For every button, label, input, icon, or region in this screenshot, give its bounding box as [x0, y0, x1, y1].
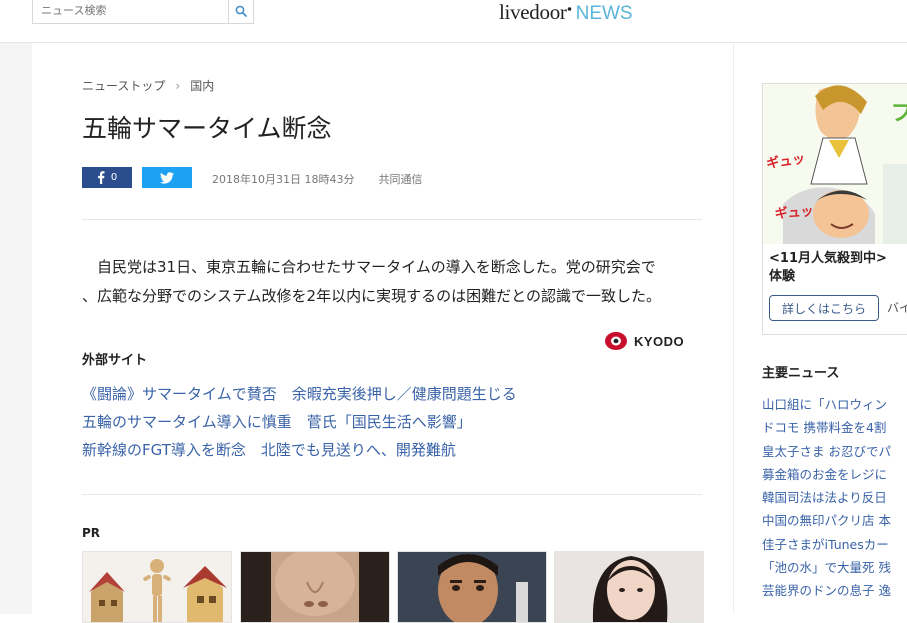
divider — [82, 219, 702, 220]
top-news-item[interactable]: 佳子さまがiTunesカー — [762, 533, 907, 556]
wooden-figure-houses-image — [83, 552, 231, 622]
left-gutter — [0, 43, 32, 614]
breadcrumb: ニューストップ › 国内 — [82, 77, 214, 94]
facebook-share-button[interactable]: 0 — [82, 167, 132, 188]
sidebar-ad[interactable]: ギュッ ギュッ プ <11月人気殺到中> 体験 詳しくはこちら バイ — [762, 83, 907, 335]
kyodo-logo: KYODO — [604, 331, 684, 351]
logo-dot-icon — [567, 7, 571, 11]
news-search-box — [32, 0, 254, 24]
article-body: 自民党は31日、東京五輪に合わせたサマータイムの導入を断念した。党の研究会で 、… — [82, 253, 702, 311]
search-button[interactable] — [228, 0, 253, 23]
ad-title: <11月人気殺到中> 体験 — [769, 250, 907, 286]
ad-title-line-2: 体験 — [769, 269, 796, 284]
top-news-item[interactable]: 山口組に「ハロウィン — [762, 393, 907, 416]
logo-livedoor-text: livedoor — [499, 0, 567, 24]
body-line-1: 自民党は31日、東京五輪に合わせたサマータイムの導入を断念した。党の研究会で — [82, 258, 656, 276]
woman-photo-image — [555, 552, 703, 622]
twitter-icon — [160, 171, 174, 184]
top-news-item[interactable]: 芸能界のドンの息子 逸 — [762, 579, 907, 602]
facebook-icon — [97, 171, 105, 184]
top-news-item[interactable]: 「池の水」で大量死 残 — [762, 556, 907, 579]
top-news-item[interactable]: 募金箱のお金をレジに — [762, 463, 907, 486]
kyodo-logo-text: KYODO — [634, 333, 685, 349]
search-input[interactable] — [33, 0, 237, 21]
top-news-item[interactable]: 韓国司法は法より反日 — [762, 486, 907, 509]
pr-card-woman[interactable] — [554, 551, 704, 623]
top-news-item[interactable]: 皇太子さま お忍びでパ — [762, 440, 907, 463]
kyodo-mark-icon — [605, 332, 627, 350]
ad-art-text: プ — [891, 101, 907, 126]
ad-manga-illustration: ギュッ ギュッ プ — [763, 84, 907, 244]
man-photo-image — [398, 552, 546, 622]
ad-details-button[interactable]: 詳しくはこちら — [769, 295, 879, 321]
body-line-2: 、広範な分野でのシステム改修を2年以内に実現するのは困難だとの認識で一致した。 — [82, 287, 661, 305]
article-meta: 2018年10月31日 18時43分 共同通信 — [212, 171, 422, 187]
external-link[interactable]: 五輪のサマータイム導入に慎重 菅氏「国民生活へ影響」 — [82, 408, 517, 436]
ad-extra-text: バイ — [887, 301, 907, 315]
search-icon — [235, 5, 247, 17]
article-date: 2018年10月31日 18時43分 — [212, 173, 355, 186]
skin-closeup-image — [241, 552, 389, 622]
page-title: 五輪サマータイム断念 — [82, 114, 332, 143]
breadcrumb-domestic[interactable]: 国内 — [190, 77, 214, 94]
external-sites-heading: 外部サイト — [82, 353, 148, 368]
site-header: livedoor NEWS — [0, 0, 907, 43]
top-news-heading: 主要ニュース — [762, 366, 840, 381]
top-news-item[interactable]: 中国の無印パクリ店 本 — [762, 509, 907, 532]
twitter-share-button[interactable] — [142, 167, 192, 188]
top-news-item[interactable]: ドコモ 携帯料金を4割 — [762, 416, 907, 439]
ad-art-text: ギュッ — [774, 203, 814, 222]
facebook-share-count: 0 — [110, 172, 118, 183]
ad-title-line-1: <11月人気殺到中> — [769, 251, 887, 266]
pr-card-houses[interactable] — [82, 551, 232, 623]
article-source[interactable]: 共同通信 — [378, 171, 422, 187]
breadcrumb-news-top[interactable]: ニューストップ — [82, 77, 165, 94]
logo-news-text: NEWS — [575, 3, 633, 24]
right-sidebar: ギュッ ギュッ プ <11月人気殺到中> 体験 詳しくはこちら バイ 主要ニュー… — [734, 43, 907, 614]
pr-card-man[interactable] — [397, 551, 547, 623]
chevron-right-icon: › — [175, 78, 181, 93]
livedoor-news-logo[interactable]: livedoor NEWS — [499, 0, 633, 26]
article-main: ニューストップ › 国内 五輪サマータイム断念 0 2018年10月31日 18… — [32, 43, 732, 623]
pr-card-skin[interactable] — [240, 551, 390, 623]
top-news-list: 山口組に「ハロウィン ドコモ 携帯料金を4割 皇太子さま お忍びでパ 募金箱のお… — [762, 393, 907, 603]
external-link[interactable]: 《闘論》サマータイムで賛否 余暇充実後押し／健康問題生じる — [82, 380, 517, 408]
divider — [82, 494, 702, 495]
external-links-list: 《闘論》サマータイムで賛否 余暇充実後押し／健康問題生じる 五輪のサマータイム導… — [82, 380, 517, 464]
pr-label: PR — [82, 526, 101, 540]
external-link[interactable]: 新幹線のFGT導入を断念 北陸でも見送りへ、開発難航 — [82, 436, 517, 464]
